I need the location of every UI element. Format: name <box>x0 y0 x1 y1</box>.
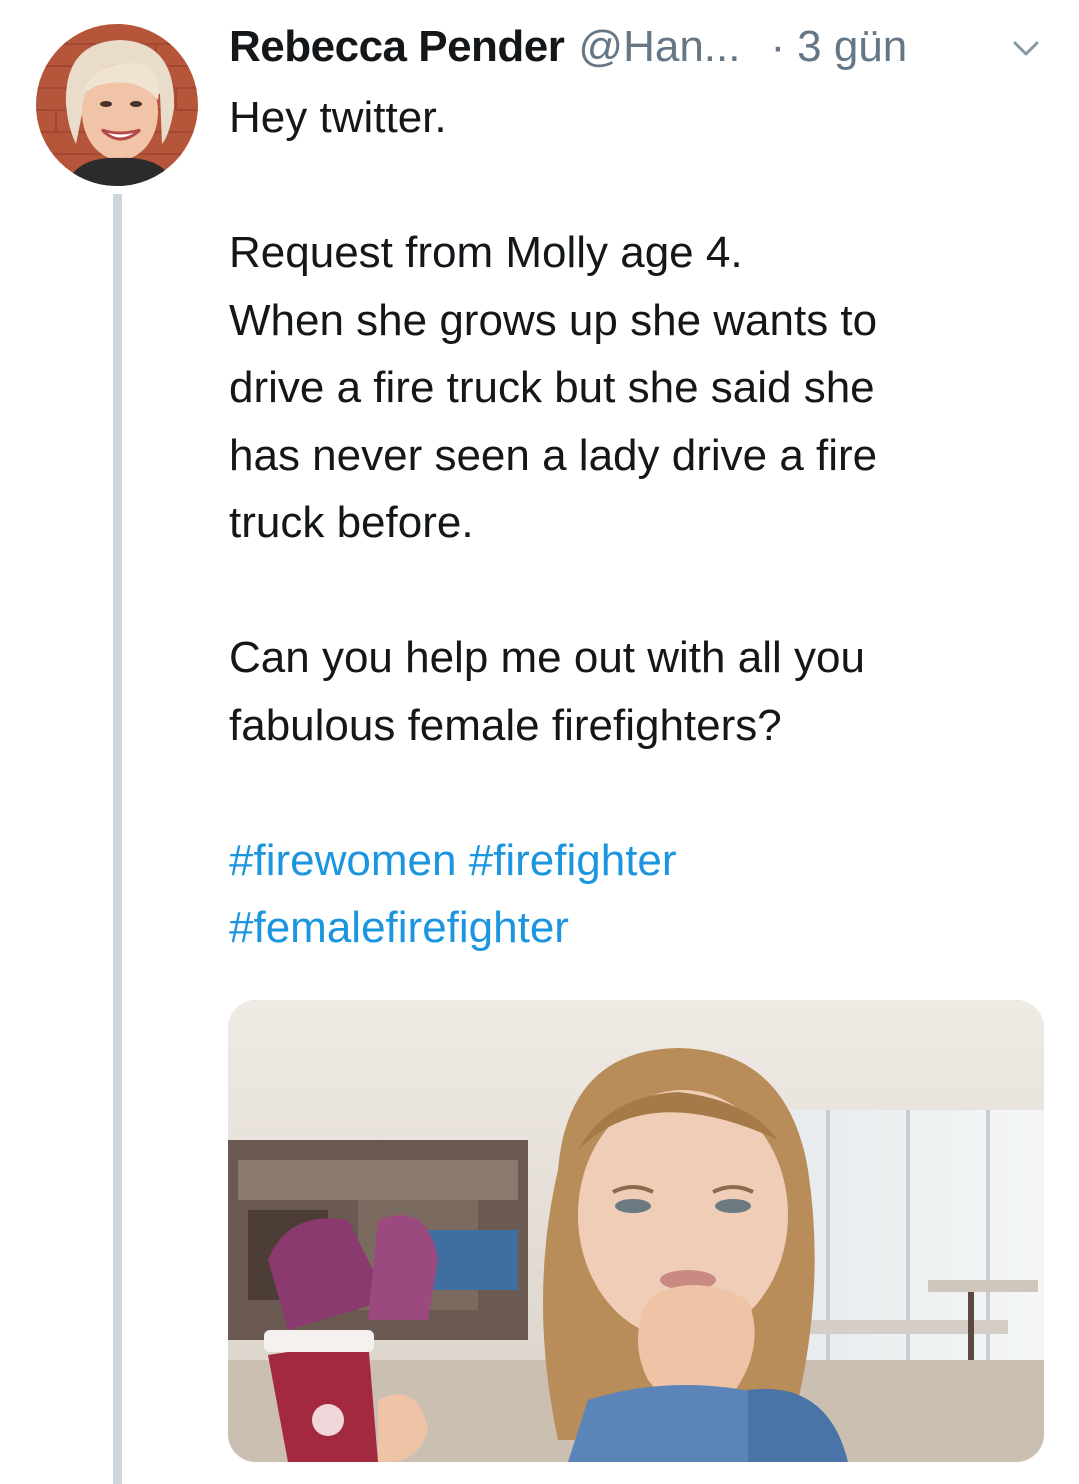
tweet-line: fabulous female firefighters? <box>229 700 782 750</box>
thread-line <box>113 194 122 1484</box>
tweet-line: When she grows up she wants to <box>229 295 878 345</box>
hashtag-line: #firewomen #firefighter <box>229 827 1049 895</box>
hashtag-firewomen[interactable]: #firewomen <box>229 836 456 885</box>
tweet-text: Hey twitter. Request from Molly age 4. W… <box>229 84 1049 962</box>
tweet-line: truck before. <box>229 498 474 547</box>
hashtag-line: #femalefirefighter <box>229 894 1049 962</box>
avatar[interactable] <box>36 24 198 186</box>
tweet-line: drive a fire truck but she said she <box>229 363 875 412</box>
separator-dot: · <box>770 22 786 71</box>
tweet: Rebecca Pender @Han... · 3 gün Hey twitt… <box>229 14 1049 962</box>
tweet-line <box>229 759 1049 827</box>
tweet-line <box>229 152 1049 220</box>
hashtag-firefighter[interactable]: #firefighter <box>469 836 677 885</box>
tweet-line: has never seen a lady drive a fire <box>229 430 878 480</box>
tweet-header: Rebecca Pender @Han... · 3 gün <box>229 14 1049 80</box>
author-name[interactable]: Rebecca Pender <box>229 22 565 72</box>
tweet-line: Request from Molly age 4. <box>229 228 743 277</box>
photo-scene <box>228 1000 1044 1462</box>
tweet-photo[interactable] <box>228 1000 1044 1462</box>
avatar-image <box>36 24 198 186</box>
tweet-line <box>229 557 1049 625</box>
chevron-down-icon[interactable] <box>1007 34 1045 62</box>
tweet-line: Hey twitter. <box>229 93 447 142</box>
tweet-line: Can you help me out with all you <box>229 633 865 682</box>
tweet-timestamp[interactable]: 3 gün <box>797 22 907 72</box>
author-handle[interactable]: @Han... <box>578 22 740 72</box>
hashtag-femalefirefighter[interactable]: #femalefirefighter <box>229 903 569 952</box>
